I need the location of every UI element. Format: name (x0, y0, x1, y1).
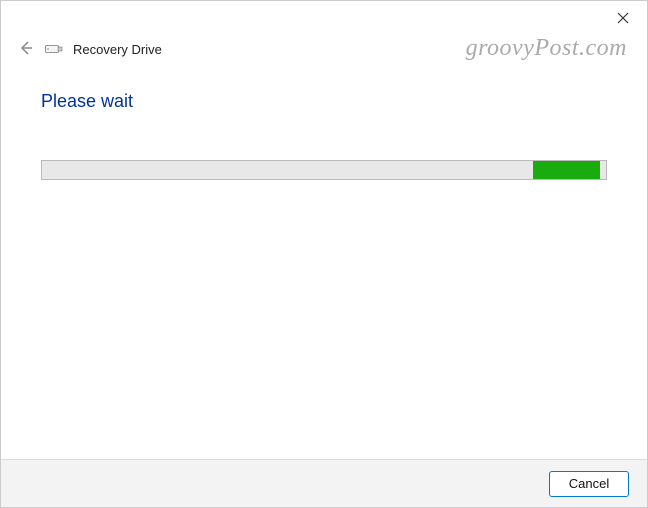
recovery-drive-window: groovyPost.com (0, 0, 648, 508)
progress-fill (533, 161, 601, 179)
close-button[interactable] (609, 5, 637, 33)
titlebar (1, 1, 647, 37)
app-title: Recovery Drive (73, 42, 162, 57)
back-arrow-icon (19, 41, 33, 58)
page-heading: Please wait (41, 91, 607, 112)
close-icon (617, 12, 629, 27)
footer: Cancel (1, 459, 647, 507)
progress-bar (41, 160, 607, 180)
usb-drive-icon (45, 42, 63, 56)
cancel-button[interactable]: Cancel (549, 471, 629, 497)
header: Recovery Drive (1, 37, 647, 61)
back-button[interactable] (17, 40, 35, 58)
content-area: Please wait (1, 61, 647, 459)
